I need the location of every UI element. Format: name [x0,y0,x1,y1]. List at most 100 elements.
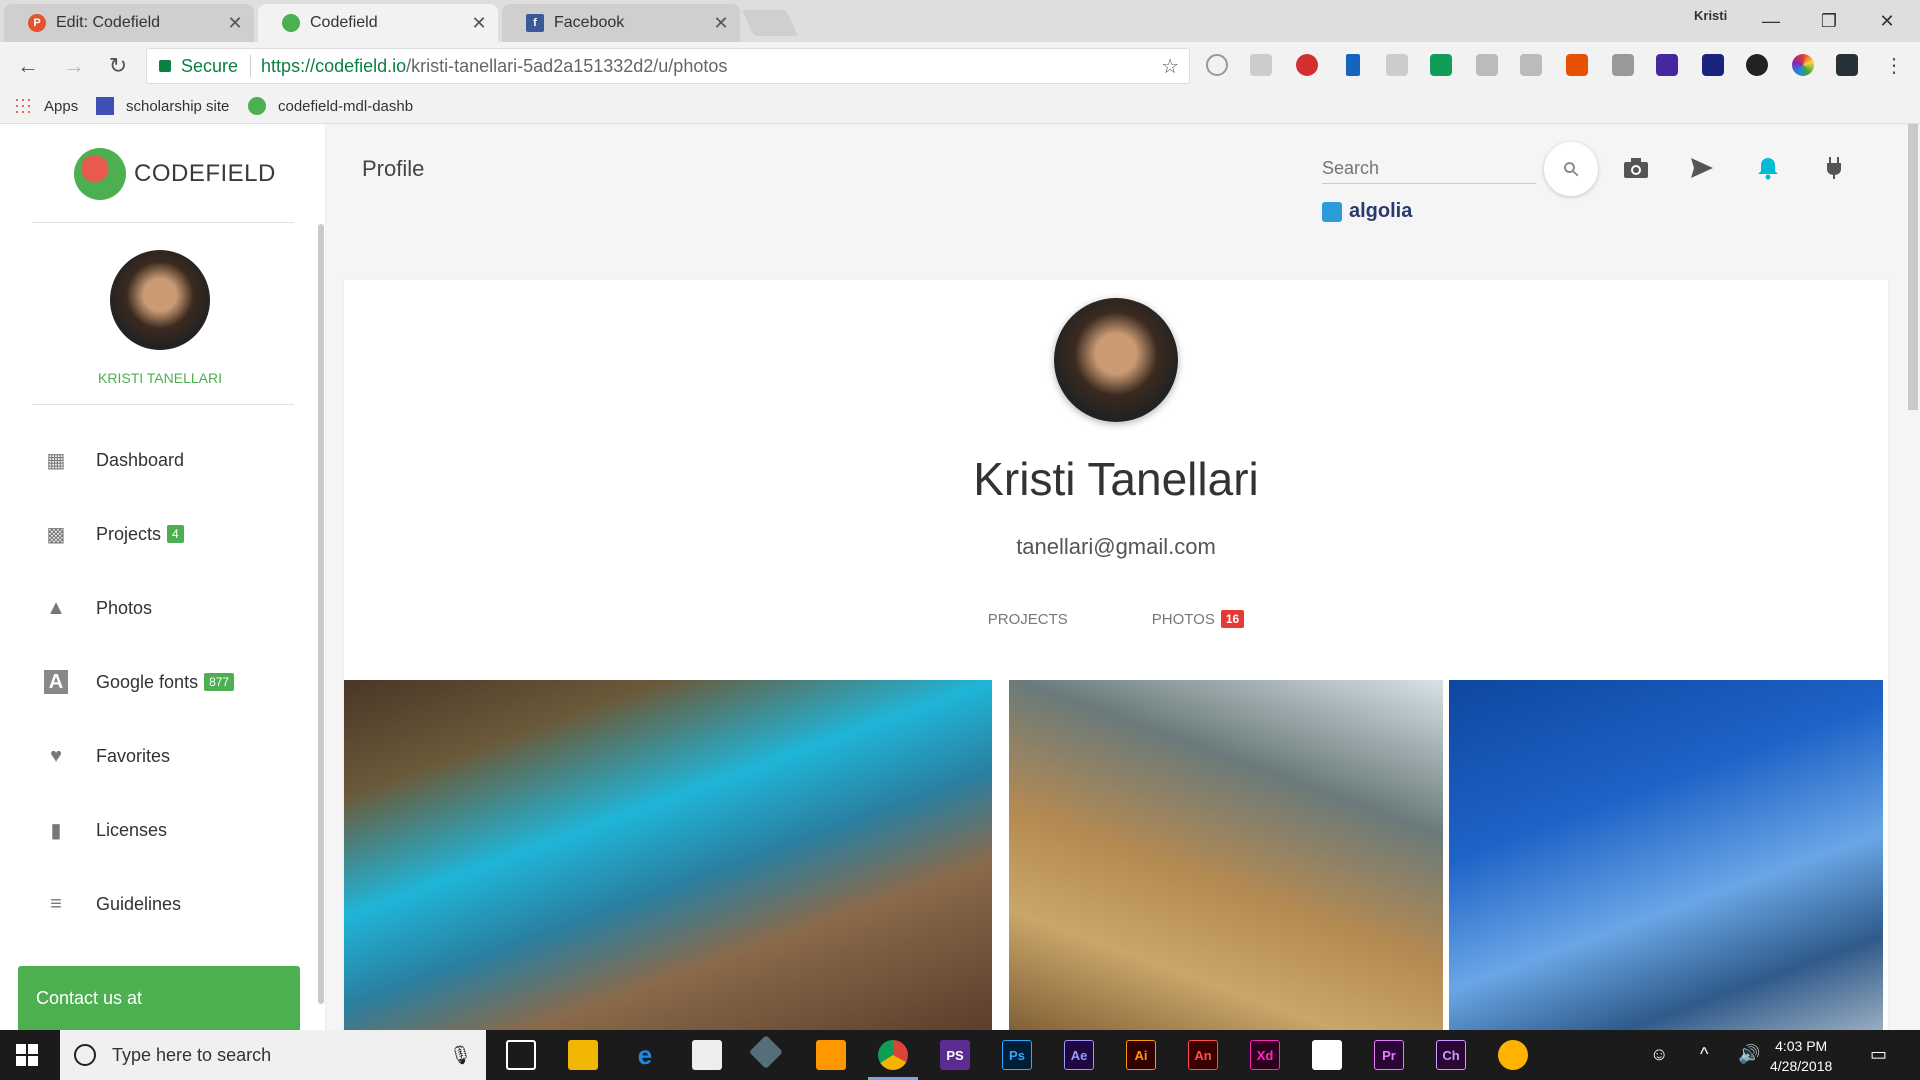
address-bar[interactable]: Secure https://codefield.io /kristi-tane… [146,48,1190,84]
url-path: /kristi-tanellari-5ad2a151332d2/u/photos [406,55,728,76]
tab-edit-codefield[interactable]: P Edit: Codefield ✕ [4,4,254,42]
bookmark-apps[interactable]: Apps [14,97,78,115]
back-icon[interactable]: ← [12,50,44,82]
extension-icon[interactable] [1656,54,1678,76]
mail-icon[interactable] [1312,1040,1342,1070]
color-picker-icon[interactable] [1792,54,1814,76]
notifications-icon[interactable]: ▭ [1870,1044,1887,1065]
sidebar-item-label: Favorites [96,745,171,766]
premiere-icon[interactable]: Pr [1374,1040,1404,1070]
windows-start-icon[interactable] [16,1044,38,1066]
tab-close-icon[interactable]: ✕ [470,13,488,34]
plug-icon[interactable] [1818,152,1850,184]
tab-close-icon[interactable]: ✕ [226,13,244,34]
algolia-logo[interactable]: algolia [1322,200,1412,223]
camera-icon[interactable] [1620,152,1652,184]
contact-button[interactable]: Contact us at [18,966,300,1030]
tab-label: Edit: Codefield [56,14,161,31]
app-icon[interactable] [1498,1040,1528,1070]
extension-icon[interactable] [1346,54,1360,76]
sidebar-username: KRISTI TANELLARI [98,370,222,386]
close-window-icon[interactable]: ✕ [1864,6,1910,36]
forward-icon[interactable]: → [58,50,90,82]
phpstorm-icon[interactable]: PS [940,1040,970,1070]
search-icon [1564,162,1579,177]
character-animator-icon[interactable]: Ch [1436,1040,1466,1070]
clock[interactable]: 4:03 PM 4/28/2018 [1770,1036,1832,1076]
git-icon[interactable] [749,1035,783,1069]
clock-date: 4/28/2018 [1770,1058,1833,1074]
sidebar-item-label: Projects [96,523,162,544]
brand-name: CODEFIELD [134,160,276,187]
photo-thumbnail[interactable] [1449,680,1883,1040]
search-button[interactable] [1544,142,1598,196]
microphone-icon[interactable]: 🎙 [449,1045,472,1066]
photo-thumbnail[interactable] [344,680,992,1040]
photo-count-badge: 16 [1220,610,1245,628]
extension-icon[interactable] [1520,54,1542,76]
new-tab-button[interactable] [741,10,799,36]
after-effects-icon[interactable]: Ae [1064,1040,1094,1070]
bookmark-label: scholarship site [126,97,230,115]
search-field[interactable] [1322,158,1536,184]
sidebar-item-licenses[interactable]: ▮ Licenses [44,810,167,850]
projects-icon: ▩ [46,523,66,546]
extension-icon[interactable] [1430,54,1452,76]
restore-icon[interactable]: ❐ [1806,6,1852,36]
sublime-icon[interactable] [816,1040,846,1070]
tab-projects[interactable]: PROJECTS [988,610,1068,628]
sidebar-item-dashboard[interactable]: ▦ Dashboard [44,440,185,480]
extension-icon[interactable] [1250,54,1272,76]
windows-taskbar: Type here to search 🎙 e PS Ps Ae Ai An X… [0,1030,1920,1080]
profile-name[interactable]: Kristi [1694,8,1727,23]
extension-icon[interactable] [1746,54,1768,76]
chrome-icon[interactable] [868,1040,918,1080]
illustrator-icon[interactable]: Ai [1126,1040,1156,1070]
apps-grid-icon [14,97,32,115]
photo-thumbnail[interactable] [1009,680,1443,1040]
adblock-icon[interactable] [1296,54,1318,76]
bell-icon[interactable] [1752,152,1784,184]
bookmark-codefield-mdl[interactable]: codefield-mdl-dashb [248,97,413,115]
reload-icon[interactable]: ↻ [102,50,134,82]
extension-icon[interactable] [1566,54,1588,76]
animate-icon[interactable]: An [1188,1040,1218,1070]
menu-icon[interactable]: ⋮ [1878,50,1910,82]
people-icon[interactable]: ☺ [1650,1044,1668,1065]
store-icon[interactable] [692,1040,722,1070]
brand[interactable]: CODEFIELD [74,148,276,200]
sidebar-item-guidelines[interactable]: ≡ Guidelines [44,884,181,924]
extension-icon[interactable] [1702,54,1724,76]
extension-icon[interactable] [1476,54,1498,76]
taskbar-search[interactable]: Type here to search 🎙 [60,1030,486,1080]
file-explorer-icon[interactable] [568,1040,598,1070]
page-scrollbar[interactable] [1908,124,1918,410]
extension-icon[interactable] [1612,54,1634,76]
sidebar-scrollbar[interactable] [318,224,324,1004]
task-view-icon[interactable] [506,1040,536,1070]
extension-icon[interactable] [1386,54,1408,76]
minimize-icon[interactable]: — [1748,6,1794,36]
photoshop-icon[interactable]: Ps [1002,1040,1032,1070]
edge-icon[interactable]: e [630,1040,660,1070]
xd-icon[interactable]: Xd [1250,1040,1280,1070]
profile-avatar[interactable] [1054,298,1178,422]
volume-icon[interactable]: 🔊 [1738,1044,1760,1065]
sidebar-item-photos[interactable]: ▲ Photos [44,588,152,628]
sidebar-item-favorites[interactable]: ♥ Favorites [44,736,170,776]
extension-icon[interactable] [1836,54,1858,76]
avatar[interactable] [110,250,210,350]
tab-photos[interactable]: PHOTOS 16 [1152,610,1245,628]
search-input[interactable] [1322,158,1536,179]
chevron-up-icon[interactable]: ^ [1700,1044,1708,1065]
tab-codefield[interactable]: Codefield ✕ [258,4,498,42]
send-icon[interactable] [1686,152,1718,184]
bookmark-scholarship[interactable]: scholarship site [96,97,229,115]
sidebar-item-google-fonts[interactable]: A Google fonts 877 [44,662,235,702]
tab-facebook[interactable]: f Facebook ✕ [502,4,740,42]
sidebar-item-projects[interactable]: ▩ Projects 4 [44,514,184,554]
extension-icon[interactable] [1206,54,1228,76]
dashboard-icon: ▦ [46,449,66,472]
bookmark-star-icon[interactable]: ☆ [1161,54,1179,79]
tab-close-icon[interactable]: ✕ [712,13,730,34]
